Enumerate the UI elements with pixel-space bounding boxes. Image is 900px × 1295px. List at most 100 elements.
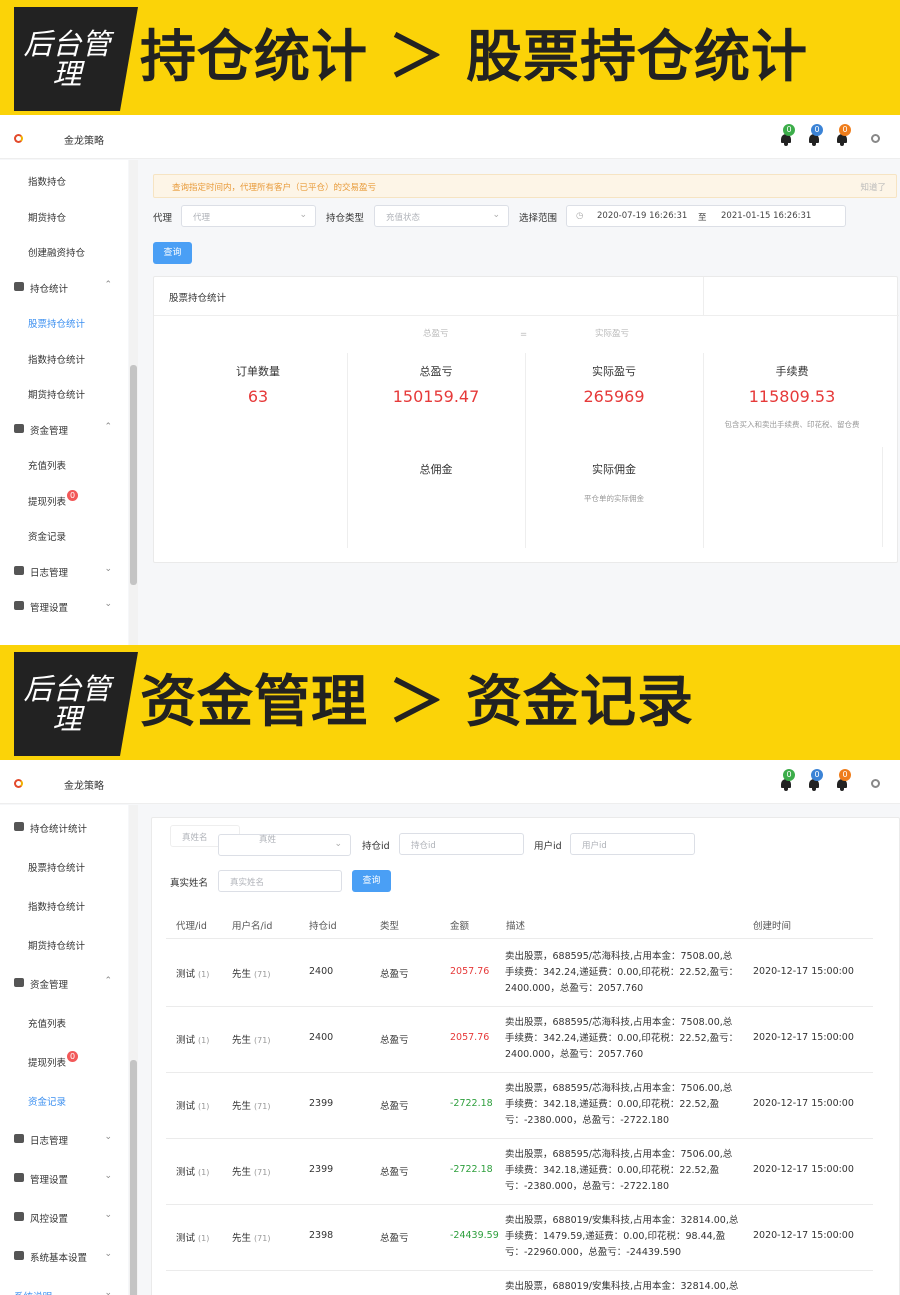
- bell-icon[interactable]: 0: [780, 769, 795, 791]
- agent-select[interactable]: 真姓 ⌄: [218, 834, 351, 856]
- col-type[interactable]: 类型: [380, 918, 399, 932]
- menu-group-icon: [14, 281, 24, 291]
- notification-count: 0: [811, 124, 823, 136]
- fee-label: 手续费: [775, 365, 809, 378]
- brand-name: 金龙策略: [64, 136, 104, 147]
- menu-group-icon: [14, 978, 24, 987]
- agent-label: 代理: [153, 213, 173, 224]
- sidebar-item[interactable]: 股票持仓统计: [0, 856, 128, 876]
- col-position-id[interactable]: 持仓id: [309, 918, 337, 932]
- chevron-down-icon: ⌄: [104, 599, 112, 609]
- sidebar-item[interactable]: 资金记录: [0, 525, 128, 545]
- sidebar-item-label: 期货持仓: [28, 212, 67, 224]
- agent-cell: 测试 (1): [176, 1035, 210, 1046]
- sidebar-item[interactable]: 充值列表: [0, 1012, 128, 1032]
- alert-dismiss-link[interactable]: 知道了: [860, 181, 886, 193]
- agent-select[interactable]: 代理 ⌄: [181, 205, 316, 227]
- sidebar-item[interactable]: 风控设置 ⌄: [0, 1207, 128, 1227]
- position-id-cell: 2398: [309, 1230, 334, 1241]
- sidebar-item[interactable]: 资金管理 ⌃: [0, 973, 128, 993]
- sidebar-item[interactable]: 资金记录: [0, 1090, 128, 1110]
- section-banner-funds: 后台管理 资金管理 ＞ 资金记录: [0, 645, 900, 760]
- sidebar-item[interactable]: 提现列表0: [0, 489, 128, 510]
- bell-icon[interactable]: 0: [808, 769, 823, 791]
- chevron-down-icon: ⌄: [104, 563, 112, 574]
- sidebar-item-label: 提现列表0: [28, 489, 79, 508]
- sidebar-item[interactable]: 指数持仓: [0, 170, 128, 190]
- chevron-up-icon: ⌃: [104, 421, 112, 432]
- sidebar-item[interactable]: 股票持仓统计: [0, 312, 128, 332]
- card-title: 股票持仓统计: [169, 293, 227, 304]
- date-range-picker[interactable]: ◷ 2020-07-19 16:26:31 至 2021-01-15 16:26…: [566, 205, 846, 227]
- sidebar-item-label: 期货持仓统计: [28, 941, 86, 952]
- admin-badge: 后台管理: [14, 652, 138, 756]
- alert-text: 查询指定时间内，代理所有客户（已平仓）的交易盈亏: [172, 183, 377, 193]
- col-description[interactable]: 描述: [506, 918, 525, 932]
- chevron-up-icon: ⌃: [104, 976, 112, 986]
- sidebar-item[interactable]: 系统说明 ⌄: [0, 1285, 128, 1295]
- gear-icon[interactable]: [871, 134, 880, 143]
- banner-title: 资金管理 ＞ 资金记录: [140, 670, 694, 735]
- logo-icon: [14, 779, 23, 788]
- user-cell: 先生 (71): [232, 1035, 271, 1046]
- position-id-input[interactable]: 持仓id: [399, 833, 524, 855]
- sidebar-item[interactable]: 系统基本设置 ⌄: [0, 1246, 128, 1266]
- position-id-cell: 2399: [309, 1098, 334, 1109]
- menu-group-icon: [14, 822, 24, 831]
- col-amount[interactable]: 金额: [450, 918, 469, 932]
- sidebar-item[interactable]: 持仓统计统计: [0, 817, 128, 837]
- bell-icon[interactable]: 0: [836, 769, 851, 791]
- sidebar-item-label: 指数持仓统计: [28, 354, 86, 366]
- menu-group-icon: [14, 601, 24, 610]
- sidebar-item[interactable]: 日志管理 ⌄: [0, 561, 128, 581]
- notification-count: 0: [783, 769, 795, 781]
- agent-cell: 测试 (1): [176, 1167, 210, 1178]
- sidebar-item[interactable]: 指数持仓统计: [0, 895, 128, 915]
- query-button[interactable]: 查询: [352, 870, 391, 892]
- description-cell: 卖出股票，688595/芯海科技,占用本金：7506.00,总手续费：342.1…: [505, 1149, 733, 1192]
- gear-icon[interactable]: [871, 779, 880, 788]
- type-cell: 总盈亏: [380, 1101, 409, 1112]
- sidebar-scrollbar[interactable]: [129, 805, 138, 1295]
- col-user[interactable]: 用户名/id: [232, 918, 272, 932]
- description-cell: 卖出股票，688019/安集科技,占用本金：32814.00,总: [505, 1281, 739, 1292]
- sidebar-item[interactable]: 期货持仓: [0, 206, 128, 226]
- position-id-label: 持仓id: [362, 841, 390, 852]
- sidebar-item[interactable]: 管理设置 ⌄: [0, 596, 128, 616]
- col-agent[interactable]: 代理/id: [176, 918, 207, 932]
- bell-icon[interactable]: 0: [780, 124, 795, 146]
- end-date: 2021-01-15 16:26:31: [721, 211, 812, 221]
- col-created-time[interactable]: 创建时间: [753, 918, 791, 932]
- sidebar-item-label: 系统说明: [14, 1289, 52, 1295]
- admin-badge-text: 后台管理: [23, 672, 111, 736]
- user-id-label: 用户id: [534, 841, 562, 852]
- sidebar-item[interactable]: 充值列表: [0, 454, 128, 474]
- sidebar-item[interactable]: 创建融资持仓: [0, 241, 128, 261]
- user-id-input[interactable]: 用户id: [570, 833, 695, 855]
- sidebar-item[interactable]: 期货持仓统计: [0, 934, 128, 954]
- sidebar-item[interactable]: 提现列表0: [0, 1051, 128, 1071]
- sidebar-item-label: 提现列表0: [28, 1051, 79, 1069]
- sidebar-item-label: 持仓统计: [30, 283, 69, 295]
- sidebar-item[interactable]: 指数持仓统计: [0, 348, 128, 368]
- sidebar-item[interactable]: 资金管理 ⌃: [0, 419, 128, 439]
- real-name-input[interactable]: 真实姓名: [218, 870, 342, 892]
- chevron-down-icon: ⌄: [104, 1132, 112, 1142]
- notification-count: 0: [811, 769, 823, 781]
- total-commission-label: 总佣金: [419, 463, 453, 476]
- total-pnl-label: 总盈亏: [419, 365, 453, 378]
- top-bar: 金龙策略 0 0 0: [0, 760, 900, 804]
- banner-title: 持仓统计 ＞ 股票持仓统计: [140, 25, 808, 90]
- notification-count: 0: [839, 124, 851, 136]
- sidebar-item[interactable]: 期货持仓统计: [0, 383, 128, 403]
- query-button[interactable]: 查询: [153, 242, 192, 264]
- sidebar-item[interactable]: 管理设置 ⌄: [0, 1168, 128, 1188]
- chevron-down-icon: ⌄: [299, 210, 307, 220]
- bell-icon[interactable]: 0: [808, 124, 823, 146]
- sidebar-item[interactable]: 持仓统计 ⌃: [0, 277, 128, 297]
- bell-icon[interactable]: 0: [836, 124, 851, 146]
- sidebar-item[interactable]: 日志管理 ⌄: [0, 1129, 128, 1149]
- fee-note: 包含买入和卖出手续费、印花税、留仓费: [724, 420, 860, 429]
- sidebar-scrollbar[interactable]: [129, 160, 138, 645]
- position-type-select[interactable]: 充值状态 ⌄: [374, 205, 509, 227]
